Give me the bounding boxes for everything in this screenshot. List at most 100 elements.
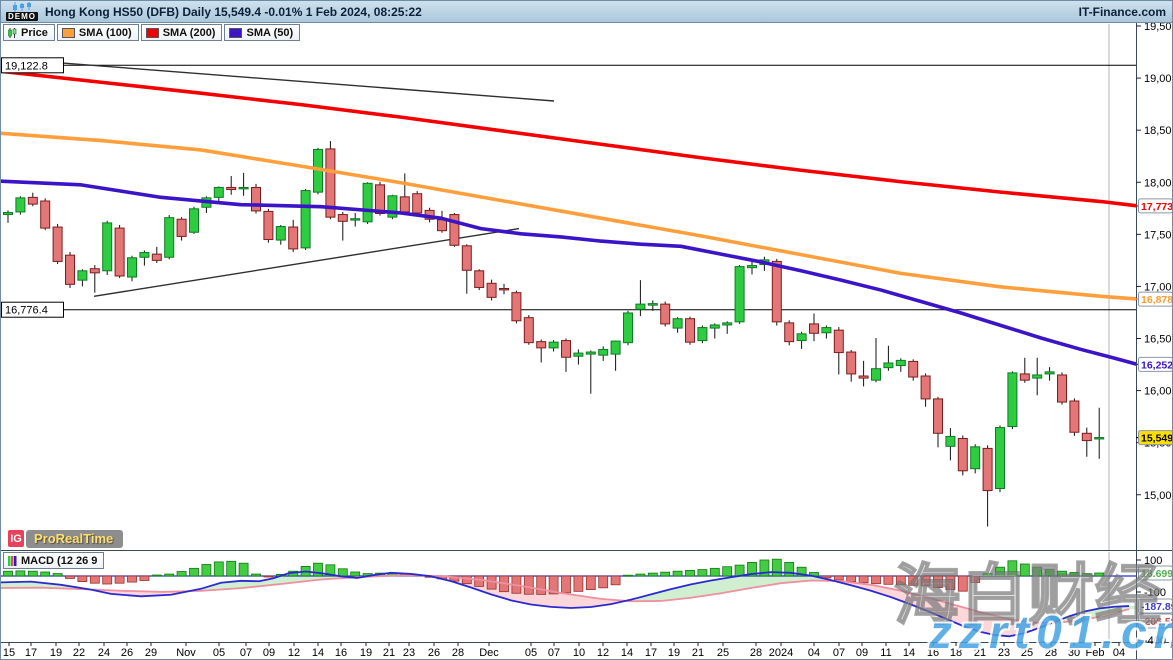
macd-bar bbox=[599, 576, 608, 588]
macd-bar bbox=[1045, 570, 1054, 576]
candle-body bbox=[1045, 372, 1054, 374]
macd-bar bbox=[611, 576, 620, 585]
level-label: 16,776.4 bbox=[5, 305, 48, 317]
candle-body bbox=[152, 254, 161, 260]
date-tick-label: 09 bbox=[856, 647, 868, 659]
macd-bar bbox=[934, 576, 943, 588]
candle-body bbox=[400, 197, 409, 212]
date-tick-label: 05 bbox=[525, 647, 537, 659]
candle-body bbox=[190, 209, 199, 232]
macd-badge-label: -206.59 bbox=[1141, 616, 1173, 628]
candle-body bbox=[624, 313, 633, 343]
candle-body bbox=[227, 187, 236, 189]
price-tick-label: 17,000 bbox=[1144, 281, 1173, 293]
macd-bar bbox=[140, 576, 149, 580]
candle-body bbox=[115, 228, 124, 276]
tab-price[interactable]: Price bbox=[3, 24, 55, 41]
candle-body bbox=[946, 436, 955, 446]
tab-sma100-label: SMA (100) bbox=[79, 27, 132, 39]
macd-bar bbox=[686, 570, 695, 576]
date-tick-label: 17 bbox=[645, 647, 657, 659]
mini-candles-icon bbox=[12, 2, 32, 12]
tab-sma200-label: SMA (200) bbox=[163, 27, 216, 39]
macd-icon bbox=[8, 556, 17, 566]
date-tick-label: 19 bbox=[50, 647, 62, 659]
candle-body bbox=[487, 283, 496, 297]
date-tick-label: 21 bbox=[383, 647, 395, 659]
candle-body bbox=[847, 352, 856, 374]
macd-bar bbox=[128, 576, 137, 582]
macd-bar bbox=[1082, 574, 1091, 576]
candle-body bbox=[252, 187, 261, 210]
macd-bar bbox=[698, 570, 707, 576]
sma50-swatch-icon bbox=[229, 28, 242, 38]
date-tick-label: 12 bbox=[597, 647, 609, 659]
macd-badge-label: 18.699 bbox=[1141, 568, 1173, 580]
price-candle-icon bbox=[8, 28, 17, 38]
chart-title: Hong Kong HS50 (DFB) Daily 15,549.4 -0.0… bbox=[45, 5, 422, 19]
macd-bar bbox=[524, 576, 533, 594]
candle-body bbox=[909, 361, 918, 377]
macd-bar bbox=[475, 576, 484, 586]
date-tick-label: 09 bbox=[263, 647, 275, 659]
candle-body bbox=[735, 267, 744, 322]
macd-bar bbox=[90, 576, 99, 583]
date-tick-label: 28 bbox=[1045, 647, 1057, 659]
date-tick-label: 23 bbox=[403, 647, 415, 659]
candle-body bbox=[822, 328, 831, 333]
candle-body bbox=[549, 342, 558, 348]
provider-label: IT-Finance.com bbox=[1079, 5, 1166, 19]
macd-bar bbox=[152, 575, 161, 576]
date-tick-label: 21 bbox=[974, 647, 986, 659]
date-tick-label: 14 bbox=[312, 647, 324, 659]
macd-bar bbox=[78, 576, 87, 582]
candle-body bbox=[723, 323, 732, 325]
candle-body bbox=[177, 219, 186, 236]
macd-bar bbox=[214, 562, 223, 576]
candle-body bbox=[1082, 433, 1091, 440]
candle-body bbox=[1033, 375, 1042, 378]
macd-bar bbox=[785, 562, 794, 576]
macd-bar bbox=[896, 576, 905, 585]
candle-body bbox=[884, 363, 893, 368]
macd-bar bbox=[41, 572, 50, 576]
date-tick-label: 26 bbox=[428, 647, 440, 659]
candle-body bbox=[53, 227, 62, 261]
date-tick-label: 07 bbox=[833, 647, 845, 659]
candle-body bbox=[748, 266, 757, 268]
macd-bar bbox=[847, 576, 856, 582]
candle-body bbox=[934, 399, 943, 433]
date-tick-label: 10 bbox=[573, 647, 585, 659]
candle-body bbox=[165, 218, 174, 258]
tab-macd[interactable]: MACD (12 26 9 bbox=[3, 552, 104, 569]
date-tick-label: 18 bbox=[950, 647, 962, 659]
candle-body bbox=[462, 246, 471, 270]
chart-canvas[interactable]: 19,50019,00018,50018,00017,50017,00016,5… bbox=[1, 1, 1173, 660]
tab-sma100[interactable]: SMA (100) bbox=[57, 24, 139, 41]
tab-sma200[interactable]: SMA (200) bbox=[141, 24, 223, 41]
candle-body bbox=[103, 223, 112, 271]
candle-body bbox=[673, 319, 682, 328]
tab-price-label: Price bbox=[21, 27, 48, 39]
candle-body bbox=[338, 215, 347, 222]
macd-bar bbox=[921, 576, 930, 586]
tab-sma50[interactable]: SMA (50) bbox=[224, 24, 300, 41]
candle-body bbox=[537, 342, 546, 348]
price-tick-label: 18,500 bbox=[1144, 125, 1173, 137]
macd-bar bbox=[872, 576, 881, 584]
candle-body bbox=[810, 324, 819, 333]
macd-bar bbox=[772, 559, 781, 576]
date-tick-label: 05 bbox=[213, 647, 225, 659]
macd-bar bbox=[574, 576, 583, 591]
candle-body bbox=[686, 319, 695, 342]
tab-sma50-label: SMA (50) bbox=[246, 27, 293, 39]
price-tick-label: 17,500 bbox=[1144, 229, 1173, 241]
date-tick-label: 21 bbox=[692, 647, 704, 659]
macd-bar bbox=[946, 576, 955, 590]
candle-body bbox=[239, 187, 248, 188]
candle-body bbox=[872, 369, 881, 380]
macd-bar bbox=[53, 574, 62, 576]
macd-bar bbox=[1033, 567, 1042, 576]
candle-body bbox=[4, 212, 13, 214]
prorealtime-logo[interactable]: IG ProRealTime bbox=[8, 529, 123, 548]
